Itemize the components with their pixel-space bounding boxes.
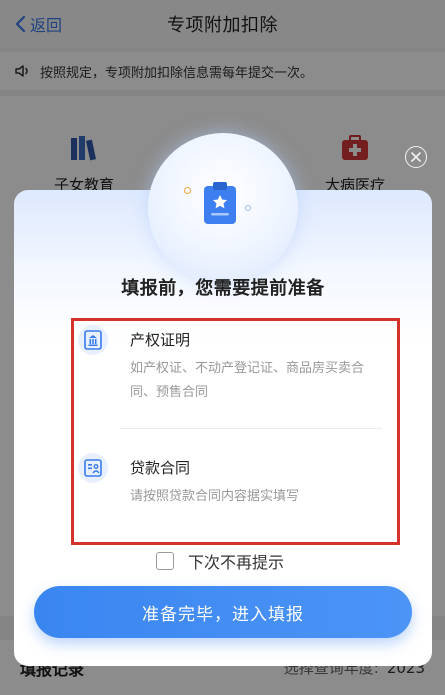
requirement-title: 产权证明	[130, 331, 191, 349]
close-button[interactable]	[405, 146, 427, 168]
requirement-description: 请按照贷款合同内容据实填写	[130, 489, 300, 504]
loan-contract-icon	[84, 459, 102, 477]
divider	[120, 428, 382, 429]
requirement-item: 产权证明 如产权证、不动产登记证、商品房买卖合同、预售合同	[78, 325, 378, 405]
requirement-icon-wrap	[78, 325, 108, 355]
screen: 返回 专项附加扣除 按照规定，专项附加扣除信息需每年提交一次。 子女教育 大病医…	[0, 0, 445, 695]
clipboard-icon	[204, 182, 236, 224]
decorative-dot	[184, 187, 191, 194]
decorative-dot	[245, 205, 251, 211]
checkbox-label: 下次不再提示	[188, 553, 285, 572]
confirm-button[interactable]: 准备完毕，进入填报	[34, 586, 412, 638]
dont-show-again-checkbox[interactable]: 下次不再提示	[156, 549, 284, 573]
dialog-title: 填报前，您需要提前准备	[121, 278, 325, 299]
requirement-item: 贷款合同 请按照贷款合同内容据实填写	[78, 453, 378, 513]
requirement-description: 如产权证、不动产登记证、商品房买卖合同、预售合同	[130, 361, 365, 400]
requirement-icon-wrap	[78, 453, 108, 483]
close-icon	[411, 152, 421, 162]
requirement-title: 贷款合同	[130, 459, 191, 477]
property-certificate-icon	[84, 330, 102, 350]
checkbox-box[interactable]	[156, 552, 174, 570]
